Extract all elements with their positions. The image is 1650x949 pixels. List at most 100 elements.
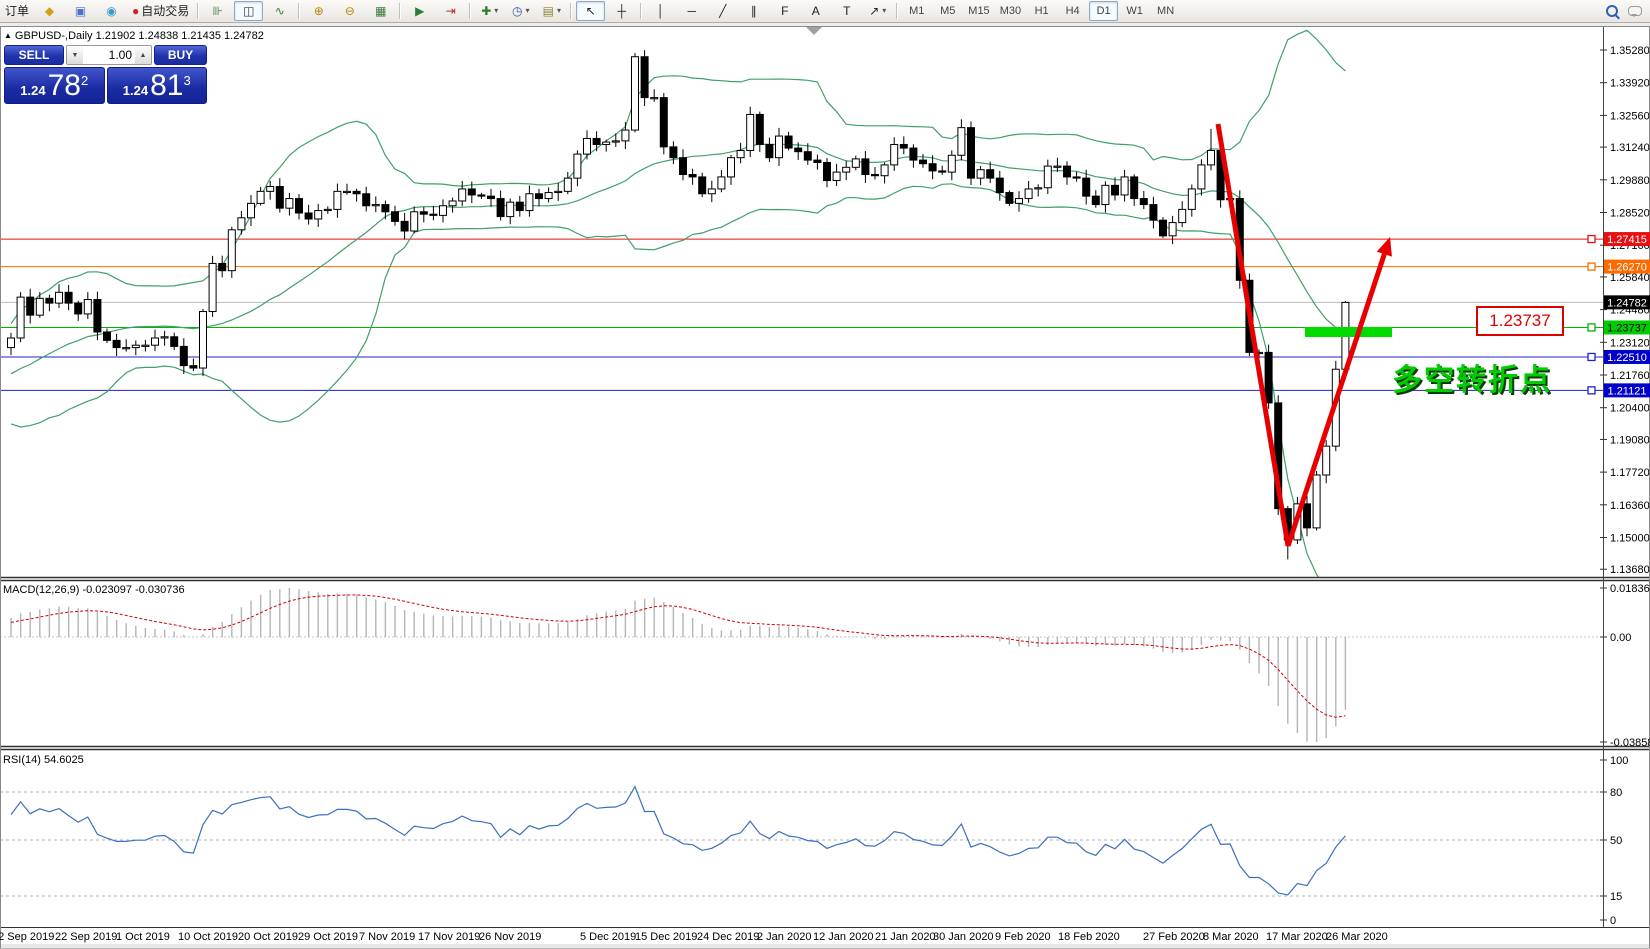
sell-button[interactable]: SELL [4,45,64,65]
candle-body [1179,209,1186,222]
tf-m5-button-label: M5 [940,2,955,20]
candle-body [1025,189,1032,199]
tile-windows-button[interactable]: ▦ [366,1,395,21]
bar-chart-button[interactable]: ⊪ [203,1,232,21]
candle-body [468,189,475,195]
price-axis-label: 1.15000 [1610,533,1650,545]
templates-button[interactable]: ▤▾ [537,1,566,21]
line-handle[interactable] [1588,263,1595,270]
tf-m15-button[interactable]: M15 [964,1,993,21]
tf-m1-button[interactable]: M1 [902,1,931,21]
bid-price-box[interactable]: 1.24 78 2 [4,67,105,104]
price-axis-label: 1.21760 [1610,370,1650,382]
tf-m30-button[interactable]: M30 [996,1,1025,21]
line-handle[interactable] [1588,236,1595,243]
line-chart-button[interactable]: ∿ [265,1,294,21]
price-axis-label: 1.31240 [1610,142,1650,154]
volume-box: ▼ ▲ [66,45,152,65]
bar-chart-icon: ⊪ [213,2,223,20]
tf-w1-button[interactable]: W1 [1120,1,1149,21]
candle-body [1131,177,1138,199]
candle-body [344,191,351,192]
crosshair-button[interactable]: ┼ [607,1,636,21]
terminal-window-icon[interactable]: ▣ [66,1,95,21]
candle-body [516,202,523,210]
indicators-button[interactable]: ✚▾ [475,1,504,21]
candle-body [814,160,821,162]
arrows-button[interactable]: ↗▾ [863,1,892,21]
rsi-axis-label: 50 [1610,835,1622,847]
search-icon[interactable] [1606,5,1618,17]
equidistant-channel-button[interactable]: ∥ [739,1,768,21]
candle-body [296,199,303,213]
ask-price-box[interactable]: 1.24 81 3 [107,67,208,104]
candle-body [612,141,619,142]
vertical-line-button[interactable]: │ [646,1,675,21]
chevron-down-icon: ▾ [557,2,561,20]
panel-collapse-icon[interactable]: ▲ [4,31,12,40]
periods-button[interactable]: ◷▾ [506,1,535,21]
trendline-button[interactable]: ╱ [708,1,737,21]
terminal-window-icon-icon: ▣ [75,2,86,20]
toolbar-right [1606,5,1642,17]
zoom-in-button[interactable]: ⊕ [304,1,333,21]
tf-h1-button-label: H1 [1035,2,1049,20]
text-label-button[interactable]: T [832,1,861,21]
line-handle[interactable] [1588,324,1595,331]
horizontal-line-button[interactable]: ─ [677,1,706,21]
candle-body [862,159,869,175]
line-handle[interactable] [1588,387,1595,394]
volume-increase-button[interactable]: ▲ [135,46,151,64]
tf-m15-button-label: M15 [968,2,989,20]
tf-m5-button[interactable]: M5 [933,1,962,21]
green-highlight-bar[interactable] [1305,327,1392,337]
candle-body [795,148,802,152]
volume-input[interactable] [83,46,135,64]
chart-canvas[interactable]: 1.352801.339201.325601.312401.298801.285… [0,0,1650,949]
volume-decrease-button[interactable]: ▼ [67,46,83,64]
price-badge-label: 1.22510 [1607,352,1647,364]
candle-body [747,114,754,150]
buy-button[interactable]: BUY [154,45,207,65]
signals-icon[interactable]: ◉ [97,1,126,21]
candle-body [555,191,562,192]
price-badge-label: 1.21121 [1608,385,1647,397]
chart-shift-button[interactable]: ⇥ [436,1,465,21]
candle-body [334,191,341,209]
candle-body [382,205,389,212]
line-handle[interactable] [1588,353,1595,360]
zoom-out-button[interactable]: ⊖ [335,1,364,21]
candle-body [756,114,763,144]
candle-body [152,338,159,345]
candle-body [766,144,773,157]
candle-body [660,98,667,147]
candle-body [526,194,533,211]
bid-price-small: 1.24 [20,81,45,101]
price-callout-box[interactable]: 1.23737 [1476,306,1564,336]
tf-h4-button[interactable]: H4 [1058,1,1087,21]
new-order-button[interactable]: 订单 [1,1,33,21]
autotrading-button[interactable]: ●自动交易 [128,1,193,21]
tf-mn-button[interactable]: MN [1151,1,1180,21]
date-axis-label: 10 Oct 2019 [178,931,238,943]
turning-point-annotation[interactable]: 多空转折点 [1392,355,1552,399]
tf-h1-button[interactable]: H1 [1027,1,1056,21]
cursor-button[interactable]: ↖ [576,1,605,21]
symbol-ohlc-text: GBPUSD-,Daily 1.21902 1.24838 1.21435 1.… [15,30,264,42]
candle-body [180,346,187,365]
fibonacci-button[interactable]: F [770,1,799,21]
tf-d1-button[interactable]: D1 [1089,1,1118,21]
candle-body [603,142,610,144]
text-button[interactable]: A [801,1,830,21]
date-axis-label: 26 Nov 2019 [479,931,541,943]
chat-icon[interactable] [1628,6,1642,16]
auto-scroll-button[interactable]: ▶ [405,1,434,21]
candle-body [65,292,72,303]
new-order-icon[interactable]: ◆ [35,1,64,21]
candle-body [8,338,15,348]
arrows-icon: ↗ [869,2,879,20]
candle-body [161,337,168,338]
candlestick-chart-button[interactable]: ◫ [234,1,263,21]
equidistant-channel-icon: ∥ [751,2,757,20]
date-axis-label: 12 Jan 2020 [813,931,874,943]
